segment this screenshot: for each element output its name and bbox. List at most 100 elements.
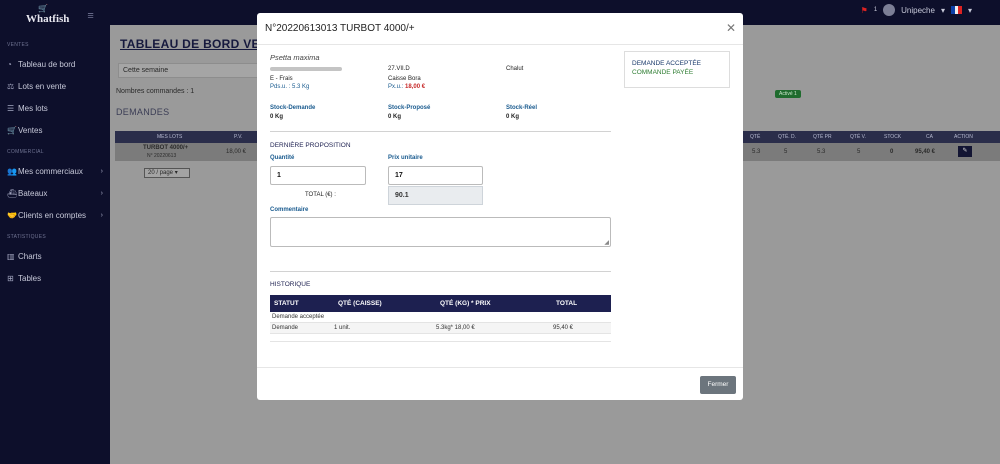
- modal-header: N°20220613013 TURBOT 4000/+ ✕: [257, 13, 743, 45]
- sidebar-item-label: Mes commerciaux: [18, 166, 83, 176]
- cell-qte: 1 unit.: [334, 325, 351, 331]
- historique-table: STATUT QTÉ (CAISSE) QTÉ (KG) * PRIX TOTA…: [270, 295, 611, 342]
- caisse: Caisse Bora: [388, 76, 421, 82]
- lot-name: TURBOT 4000/+: [143, 145, 189, 151]
- sidebar-item-label: Bateaux: [18, 188, 48, 198]
- notification-flag-icon[interactable]: ⚑: [861, 6, 868, 15]
- stock-propose-label: Stock-Proposé: [388, 105, 431, 111]
- quantite-input[interactable]: 1: [270, 166, 366, 185]
- quantite-label: Quantité: [270, 155, 295, 161]
- cell-prix: 5.3kg* 18,00 €: [436, 325, 475, 331]
- col-header: QTÉ V.: [850, 134, 866, 140]
- handshake-icon: 🤝: [7, 210, 17, 220]
- prix-unitaire-input[interactable]: 17: [388, 166, 483, 185]
- sidebar-item-mes-lots[interactable]: ☰ Mes lots: [0, 97, 110, 119]
- sidebar-item-label: Clients en comptes: [18, 210, 87, 220]
- col-header: QTÉ (CAISSE): [338, 300, 382, 307]
- cell-qte-pr: 5.3: [817, 149, 826, 155]
- per-page-select[interactable]: 20 / page ▾: [144, 168, 190, 178]
- sidebar-item-lots-en-vente[interactable]: ⚖ Lots en vente: [0, 75, 110, 97]
- stock-demande-value: 0 Kg: [270, 114, 284, 120]
- cart-icon: 🛒: [7, 125, 17, 135]
- fraicheur: E - Frais: [270, 76, 293, 82]
- edit-action-button[interactable]: ✎: [958, 146, 972, 157]
- engin: Chalut: [506, 66, 524, 72]
- sidebar-item-label: Mes lots: [18, 103, 48, 113]
- cell-statut: Demande: [272, 325, 299, 331]
- notification-count: 1: [873, 7, 878, 13]
- stock-reel-value: 0 Kg: [506, 114, 520, 120]
- resize-grip-icon[interactable]: ◢: [604, 239, 609, 246]
- french-flag-icon[interactable]: [950, 6, 962, 14]
- col-header: QTÉ: [750, 134, 761, 140]
- col-header: STATUT: [274, 300, 299, 307]
- status-box: DEMANDE ACCEPTÉE COMMANDE PAYÉE: [624, 51, 730, 88]
- cell-qte-d: 5: [784, 149, 788, 155]
- historique-heading: HISTORIQUE: [270, 281, 311, 288]
- col-header: ACTION: [954, 134, 973, 140]
- page-title: TABLEAU DE BORD VEN: [120, 37, 269, 51]
- sidebar-item-label: Tableau de bord: [18, 59, 76, 69]
- period-select[interactable]: Cette semaine: [118, 63, 258, 78]
- sidebar-item-ventes[interactable]: 🛒 Ventes: [0, 119, 110, 141]
- stock-propose-value: 0 Kg: [388, 114, 402, 120]
- stock-demande-label: Stock-Demande: [270, 105, 316, 111]
- sidebar-item-label: Lots en vente: [18, 81, 67, 91]
- cell-ca: 95,40 €: [915, 149, 936, 155]
- modal-footer: Fermer: [257, 367, 743, 400]
- modal-title: N°20220613013 TURBOT 4000/+: [265, 23, 415, 34]
- col-header: MES LOTS: [157, 134, 183, 140]
- lots-icon: ⚖: [7, 81, 15, 91]
- table-row-empty: [270, 334, 611, 342]
- close-icon[interactable]: ✕: [726, 21, 736, 35]
- whatfish-logo[interactable]: 🛒 Whatfish: [26, 4, 70, 25]
- user-name[interactable]: Unipeche: [901, 6, 935, 15]
- sidebar-item-charts[interactable]: ▥ Charts: [0, 245, 110, 267]
- table-row: Demande acceptée: [270, 312, 611, 323]
- poids-unitaire: Pds.u. : 5.3 Kg: [270, 84, 310, 90]
- sidebar-item-label: Ventes: [18, 125, 43, 135]
- sidebar-item-mes-commerciaux[interactable]: 👥 Mes commerciaux ›: [0, 160, 110, 182]
- col-header: P.V.: [234, 134, 243, 140]
- col-header: STOCK: [884, 134, 902, 140]
- sidebar-item-label: Tables: [18, 273, 42, 283]
- cell-statut: Demande acceptée: [272, 314, 325, 320]
- table-icon: ⊞: [7, 273, 14, 283]
- stock-reel-label: Stock-Réel: [506, 105, 538, 111]
- chevron-down-icon[interactable]: ▾: [941, 6, 945, 15]
- menu-toggle-icon[interactable]: ≡: [87, 10, 93, 22]
- prix-unitaire-value: 18,00 €: [405, 84, 426, 90]
- cell-qte-v: 5: [857, 149, 861, 155]
- dashboard-icon: ◔: [7, 59, 12, 69]
- sidebar-item-bateaux[interactable]: ⛴ Bateaux ›: [0, 182, 110, 204]
- nb-commandes: Nombres commandes : 1: [116, 88, 195, 95]
- lot-number: N° 20220613: [147, 153, 177, 159]
- col-header: QTÉ. D.: [778, 134, 797, 140]
- status-paid: COMMANDE PAYÉE: [632, 69, 694, 76]
- brand-name: Whatfish: [26, 13, 70, 25]
- cell-pv: 18,00 €: [226, 149, 247, 155]
- avatar[interactable]: [883, 4, 896, 16]
- chevron-down-icon[interactable]: ▾: [968, 6, 972, 15]
- per-page-value: 20 / page: [148, 170, 174, 176]
- historique-table-header: STATUT QTÉ (CAISSE) QTÉ (KG) * PRIX TOTA…: [270, 295, 611, 312]
- fermer-button[interactable]: Fermer: [700, 376, 736, 394]
- commentaire-label: Commentaire: [270, 207, 309, 213]
- cart-logo-icon: 🛒: [38, 4, 48, 13]
- divider: [270, 271, 611, 272]
- commentaire-textarea[interactable]: ◢: [270, 217, 611, 247]
- total-label: TOTAL (€) :: [305, 192, 336, 198]
- sidebar-item-tableau-de-bord[interactable]: ◔ Tableau de bord: [0, 53, 110, 75]
- sidebar-item-tables[interactable]: ⊞ Tables: [0, 267, 110, 289]
- prix-unitaire-label: Px.u.:: [388, 84, 404, 90]
- boat-icon: ⛴: [7, 188, 18, 198]
- col-header: QTÉ PR: [813, 134, 832, 140]
- chart-icon: ▥: [7, 251, 15, 261]
- sidebar-item-clients-en-comptes[interactable]: 🤝 Clients en comptes ›: [0, 204, 110, 226]
- cell-qte: 5.3: [752, 149, 761, 155]
- sidebar: 🛒 Whatfish ≡ VENTES ◔ Tableau de bord ⚖ …: [0, 0, 110, 464]
- species-name: Psetta maxima: [270, 53, 320, 62]
- col-header: CA: [926, 134, 933, 140]
- cell-stock: 0: [890, 149, 894, 155]
- divider: [270, 131, 611, 132]
